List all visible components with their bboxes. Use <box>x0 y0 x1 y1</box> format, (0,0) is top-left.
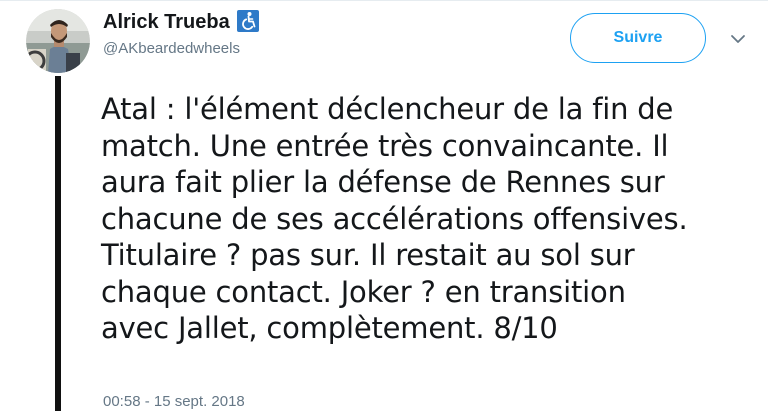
avatar[interactable] <box>26 9 90 73</box>
avatar-photo <box>26 9 90 73</box>
display-name[interactable]: Alrick Trueba <box>103 9 230 35</box>
name-row: Alrick Trueba <box>103 9 259 35</box>
top-divider <box>0 0 768 1</box>
chevron-down-icon[interactable] <box>728 32 748 46</box>
tweet-timestamp[interactable]: 00:58 - 15 sept. 2018 <box>103 392 245 411</box>
wheelchair-accessibility-icon <box>236 10 259 32</box>
thread-connector-line <box>55 76 61 411</box>
user-handle[interactable]: @AKbeardedwheels <box>103 39 259 59</box>
tweet-page: Alrick Trueba @AKbeardedwheels Suivre At… <box>0 0 768 411</box>
user-info: Alrick Trueba @AKbeardedwheels <box>103 9 259 59</box>
tweet-text: Atal : l'élément déclencheur de la fin d… <box>101 92 688 345</box>
follow-button[interactable]: Suivre <box>570 13 706 63</box>
